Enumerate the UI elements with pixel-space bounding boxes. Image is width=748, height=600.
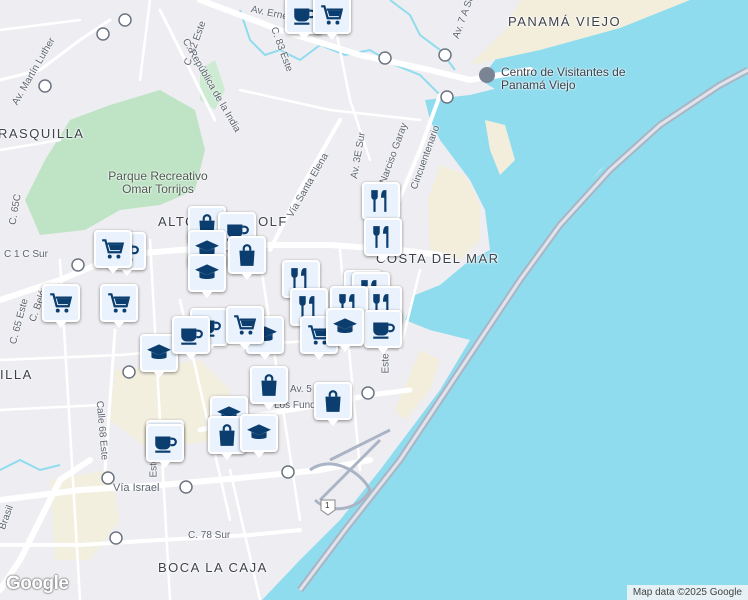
bus-stop-icon (38, 79, 52, 93)
school-icon (194, 260, 220, 286)
shopping-cart-pin[interactable] (94, 230, 132, 274)
shopping-cart-pin[interactable] (226, 306, 264, 350)
bus-stop-icon (361, 386, 375, 400)
shopping-cart-icon (106, 290, 132, 316)
bus-stop-icon (109, 531, 123, 545)
street-label: Vía Israel (113, 482, 160, 494)
school-icon (332, 314, 358, 340)
shopping-bag-icon (234, 242, 260, 268)
area-label-illa: ILLA (0, 367, 33, 382)
shopping-cart-icon (232, 312, 258, 338)
school-icon (146, 340, 172, 366)
map-attribution[interactable]: Map data ©2025 Google (626, 585, 748, 600)
park-label: Parque Recreativo Omar Torrijos (108, 169, 208, 196)
area-label-rasquilla: RASQUILLA (0, 126, 85, 141)
route-shield-label: 1 (325, 501, 330, 510)
shopping-bag-icon (256, 372, 282, 398)
shopping-cart-pin[interactable] (313, 0, 351, 40)
shopping-cart-icon (48, 290, 74, 316)
bus-stop-icon (179, 480, 193, 494)
street-label: C 1 C Sur (4, 249, 48, 260)
bus-stop-icon (378, 51, 392, 65)
school-pin[interactable] (326, 308, 364, 352)
cafe-icon (370, 316, 396, 342)
poi-label-centro-visitantes[interactable]: Centro de Visitantes de Panamá Viejo (501, 66, 631, 92)
restaurant-icon (368, 188, 394, 214)
restaurant-icon (370, 224, 396, 250)
shopping-cart-icon (319, 2, 345, 28)
google-logo: Google (6, 573, 69, 594)
shopping-cart-icon (100, 236, 126, 262)
cafe-pin[interactable] (364, 310, 402, 354)
cafe-icon (152, 430, 178, 456)
street-label: Av. 5 (290, 384, 312, 395)
restaurant-pin[interactable] (362, 182, 400, 226)
shopping-bag-icon (320, 388, 346, 414)
bus-stop-icon (96, 27, 110, 41)
school-pin[interactable] (188, 254, 226, 298)
area-label-boca-la-caja: BOCA LA CAJA (158, 560, 268, 575)
shopping-cart-pin[interactable] (100, 284, 138, 328)
bus-stop-icon (440, 90, 454, 104)
bus-stop-icon (281, 465, 295, 479)
shopping-bag-pin[interactable] (228, 236, 266, 280)
museum-icon (479, 67, 495, 83)
street-label: C. 78 Sur (188, 530, 231, 541)
bus-stop-icon (122, 365, 136, 379)
bus-stop-icon (71, 258, 85, 272)
cafe-icon (178, 322, 204, 348)
bus-stop-icon (438, 48, 452, 62)
school-icon (246, 420, 272, 446)
cafe-pin[interactable] (172, 316, 210, 360)
street-label: Este (380, 353, 392, 374)
shopping-bag-icon (214, 422, 240, 448)
area-label-panama-viejo: PANAMÁ VIEJO (508, 14, 622, 29)
shopping-bag-pin[interactable] (314, 382, 352, 426)
shopping-cart-pin[interactable] (42, 284, 80, 328)
cafe-pin[interactable] (146, 424, 184, 468)
shopping-bag-pin[interactable] (250, 366, 288, 410)
school-pin[interactable] (240, 414, 278, 458)
restaurant-pin[interactable] (364, 218, 402, 262)
bus-stop-icon (118, 13, 132, 27)
